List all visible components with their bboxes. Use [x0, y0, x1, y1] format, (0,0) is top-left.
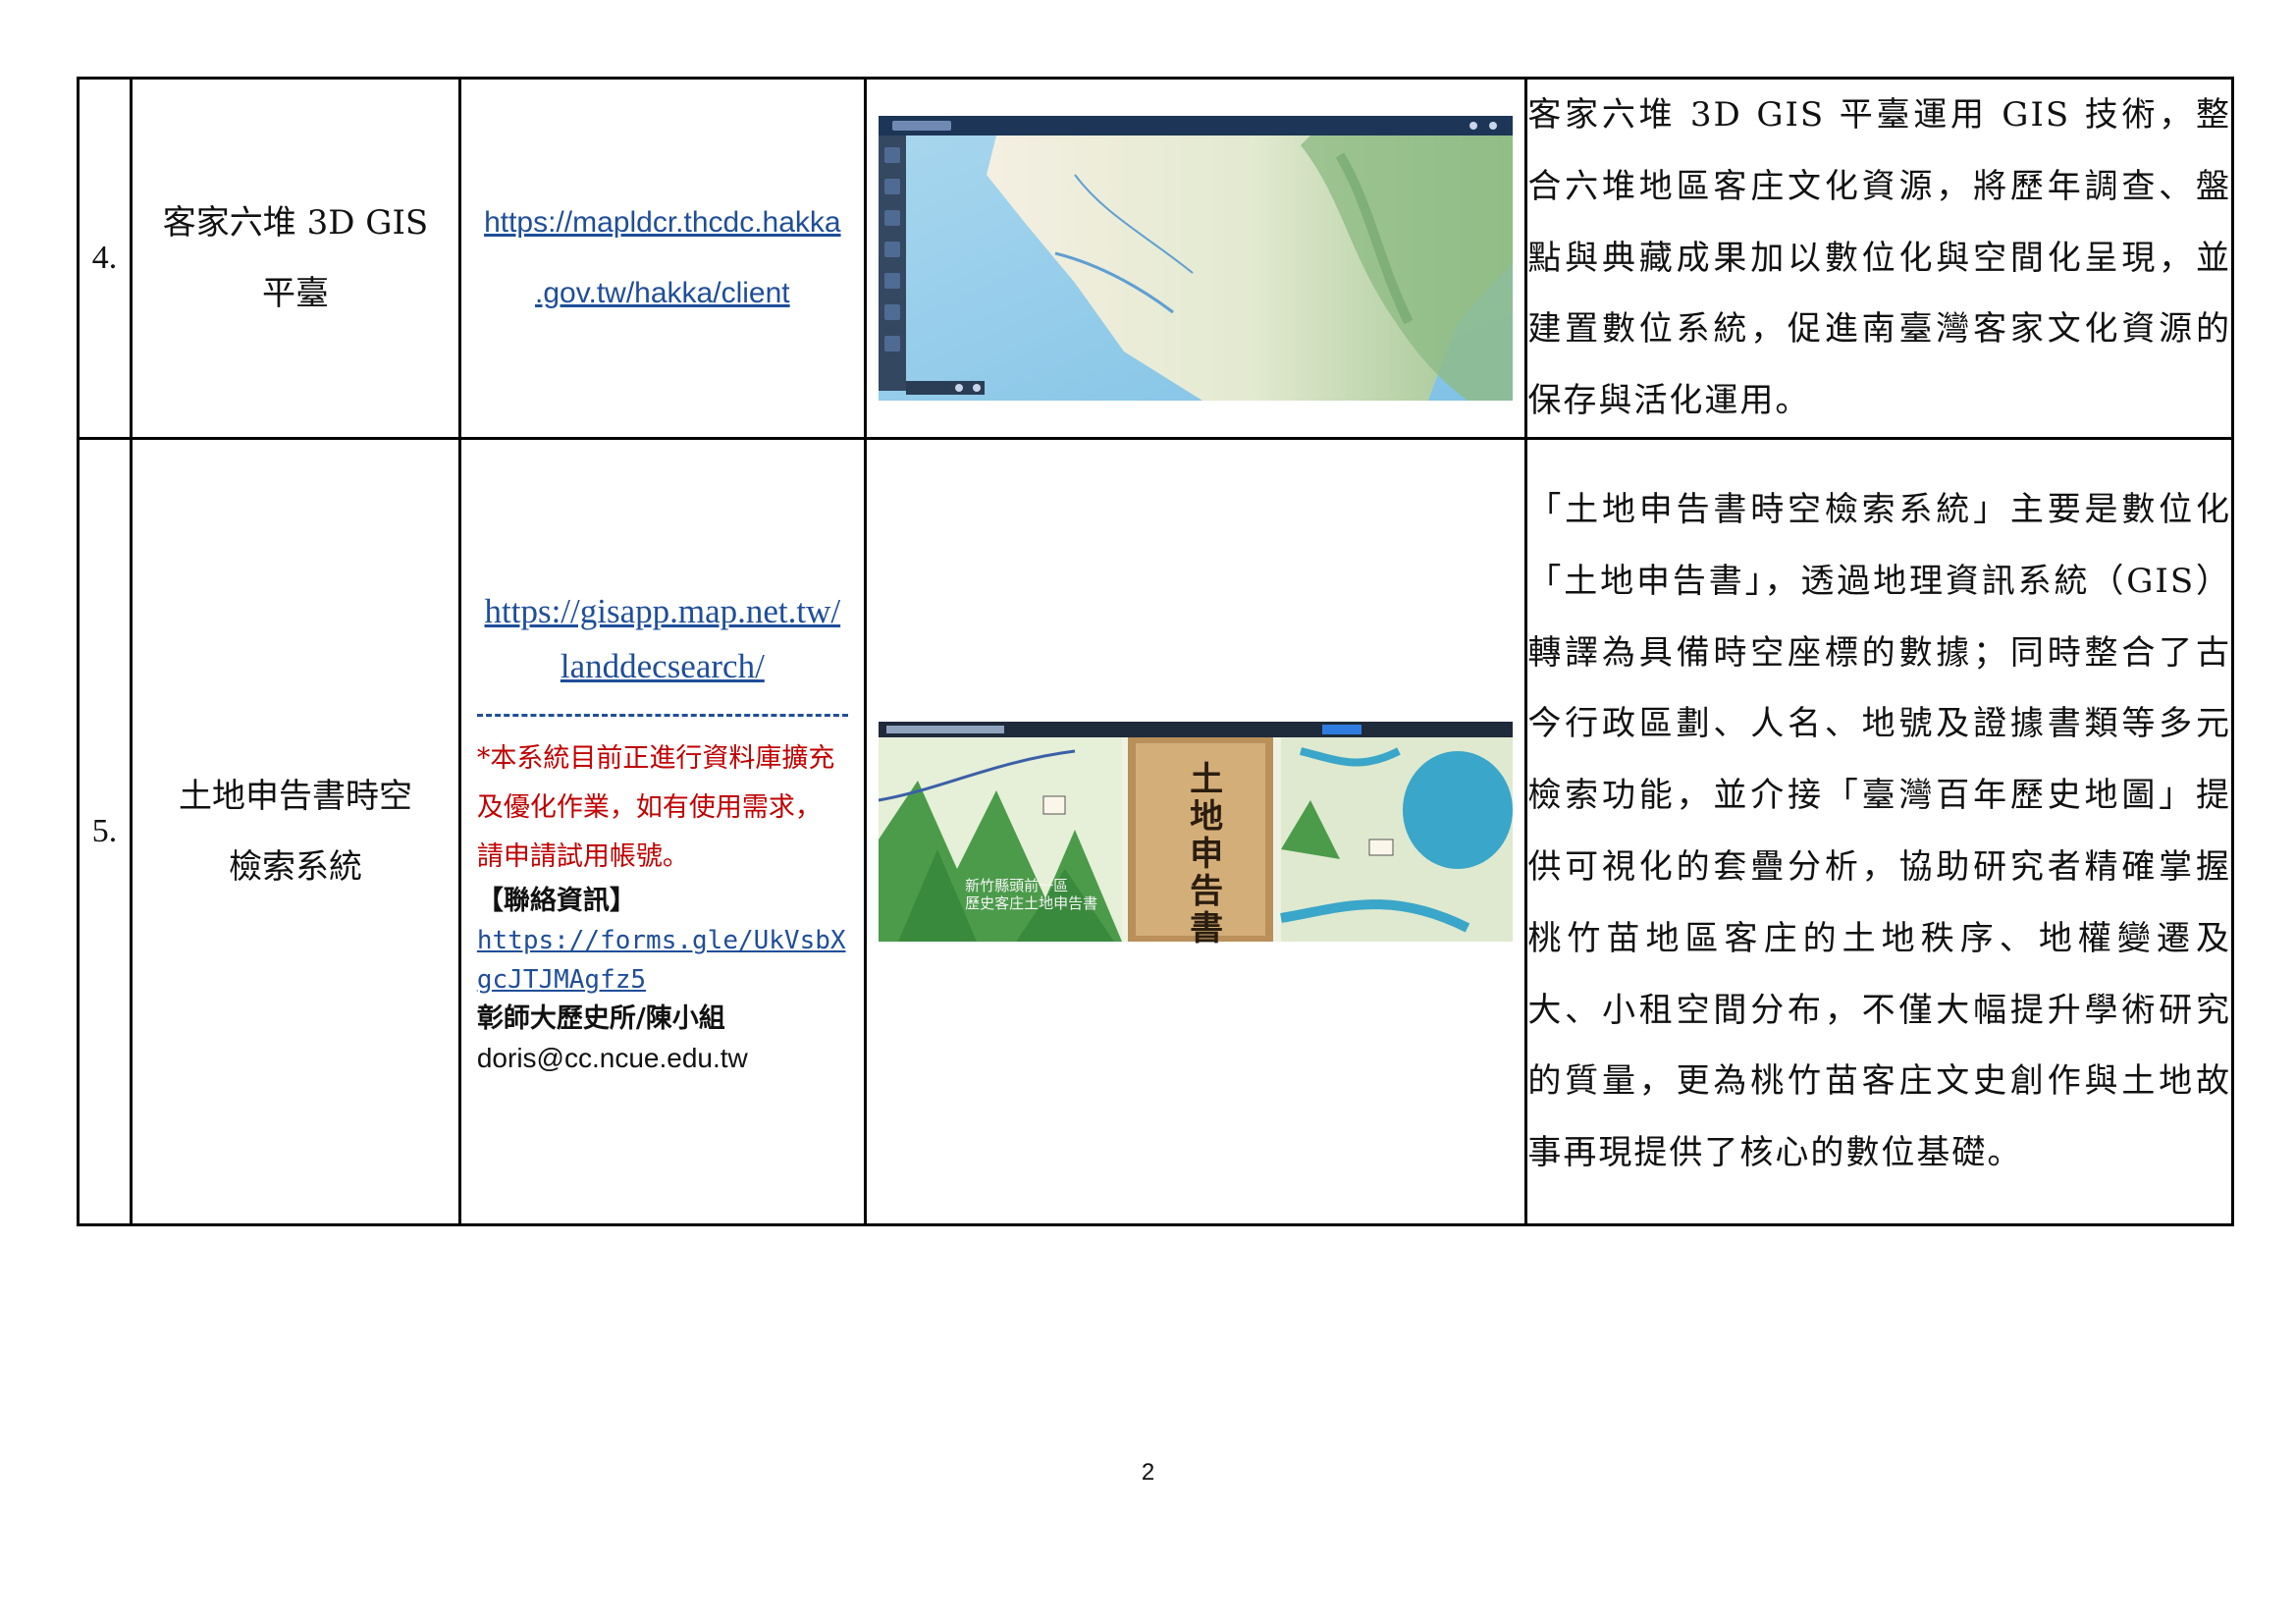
- table-row: 5. 土地申告書時空 檢索系統 https://gisapp.map.net.t…: [76, 436, 2234, 1226]
- table-row: 4. 客家六堆 3D GIS 平臺 https://mapldcr.thcdc.…: [76, 77, 2234, 440]
- system-url-line[interactable]: .gov.tw/hakka/client: [461, 258, 864, 329]
- system-description: 客家六堆 3D GIS 平臺運用 GIS 技術，整合六堆地區客庄文化資源，將歷年…: [1524, 77, 2234, 440]
- caption-line: 新竹縣頭前一區: [965, 876, 1069, 894]
- notice-text: *本系統目前正進行資料庫擴充及優化作業，如有使用需求，請申請試用帳號。: [476, 743, 835, 873]
- book-title: 土地申告書: [1190, 759, 1224, 948]
- system-name-line: 平臺: [261, 273, 329, 313]
- system-name-line: 檢索系統: [228, 846, 362, 887]
- page-number: 2: [1141, 1459, 1155, 1486]
- system-name: 客家六堆 3D GIS 平臺: [130, 77, 461, 440]
- system-name-line: 土地申告書時空: [178, 776, 412, 816]
- caption-line: 歷史客庄土地申告書: [965, 893, 1098, 912]
- screenshot-caption: 新竹縣頭前一區 歷史客庄土地申告書: [965, 877, 1097, 912]
- contact-title: 【聯絡資訊】: [476, 886, 636, 917]
- system-url-link[interactable]: https://mapldcr.thcdc.hakka .gov.tw/hakk…: [461, 188, 864, 329]
- gis-map-screenshot: [879, 115, 1514, 401]
- system-url-line[interactable]: https://gisapp.map.net.tw/: [461, 584, 864, 639]
- document-table: 4. 客家六堆 3D GIS 平臺 https://mapldcr.thcdc.…: [76, 77, 2234, 1226]
- system-url-line[interactable]: landdecsearch/: [461, 639, 864, 694]
- system-url-line[interactable]: https://mapldcr.thcdc.hakka: [461, 188, 864, 258]
- system-url-cell: https://mapldcr.thcdc.hakka .gov.tw/hakk…: [457, 77, 867, 440]
- screenshot-cell: [863, 77, 1528, 440]
- landdec-screenshot: 土地申告書 新竹縣頭前一區 歷史客庄土地申告書: [879, 721, 1514, 947]
- contact-email[interactable]: doris@cc.ncue.edu.tw: [461, 1039, 864, 1078]
- system-name: 土地申告書時空 檢索系統: [130, 436, 461, 1226]
- contact-form-link[interactable]: https://forms.gle/UkVsbXgcJTJMAgfz5: [461, 921, 864, 1000]
- contact-organization: 彰師大歷史所/陳小組: [476, 1003, 725, 1035]
- dashed-divider: [476, 714, 848, 718]
- row-number: 4.: [76, 77, 133, 440]
- system-url-link[interactable]: https://gisapp.map.net.tw/ landdecsearch…: [461, 584, 864, 694]
- row-number: 5.: [76, 436, 133, 1226]
- screenshot-cell: 土地申告書 新竹縣頭前一區 歷史客庄土地申告書: [863, 436, 1528, 1226]
- system-url-cell: https://gisapp.map.net.tw/ landdecsearch…: [457, 436, 867, 1226]
- system-description: 「土地申告書時空檢索系統」主要是數位化「土地申告書」，透過地理資訊系統（GIS）…: [1524, 436, 2234, 1226]
- system-name-line: 客家六堆 3D GIS: [162, 202, 429, 243]
